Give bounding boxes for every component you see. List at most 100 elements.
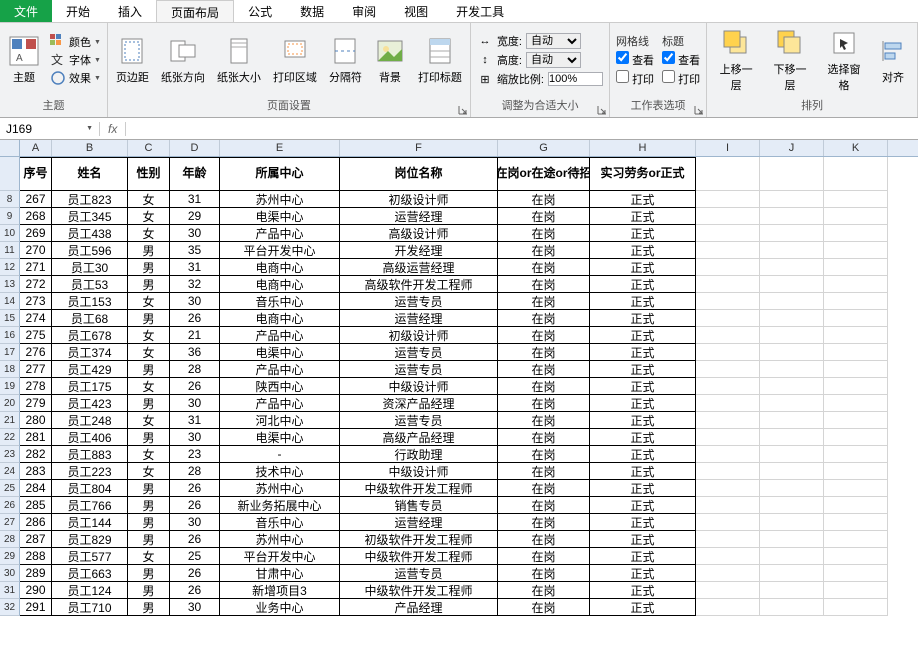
cell[interactable]: 产品中心 [220,225,340,242]
cell[interactable] [696,565,760,582]
cell[interactable]: 26 [170,531,220,548]
themes-button[interactable]: A 主题 [6,33,42,87]
cell[interactable]: 男 [128,582,170,599]
cell[interactable]: 281 [20,429,52,446]
cell[interactable]: 运营经理 [340,208,498,225]
cell[interactable]: 员工596 [52,242,128,259]
cell[interactable]: 279 [20,395,52,412]
row-header[interactable]: 28 [0,531,20,548]
cell[interactable]: 29 [170,208,220,225]
theme-effects[interactable]: 效果▼ [50,70,101,86]
cell[interactable]: 女 [128,378,170,395]
cell[interactable]: 中级设计师 [340,463,498,480]
cell[interactable] [696,344,760,361]
cell[interactable]: 甘肃中心 [220,565,340,582]
cell[interactable]: 31 [170,259,220,276]
cell[interactable]: 员工766 [52,497,128,514]
cell[interactable] [760,208,824,225]
cell[interactable] [824,565,888,582]
cell[interactable]: 285 [20,497,52,514]
cell[interactable]: 在岗 [498,599,590,616]
cell[interactable] [696,242,760,259]
cell[interactable]: 员工345 [52,208,128,225]
cell[interactable]: 平台开发中心 [220,548,340,565]
row-header[interactable]: 13 [0,276,20,293]
cell[interactable]: 273 [20,293,52,310]
breaks-button[interactable]: 分隔符 [327,33,364,87]
cell[interactable]: 技术中心 [220,463,340,480]
column-header-J[interactable]: J [760,140,824,156]
column-header-A[interactable]: A [20,140,52,156]
cell[interactable]: 274 [20,310,52,327]
cell[interactable]: 员工710 [52,599,128,616]
cell[interactable]: 员工144 [52,514,128,531]
table-header-cell[interactable]: 实习劳务or正式 [590,157,696,191]
cell[interactable]: 男 [128,310,170,327]
column-header-H[interactable]: H [590,140,696,156]
row-header[interactable]: 11 [0,242,20,259]
table-header-cell[interactable]: 年龄 [170,157,220,191]
cell[interactable] [824,599,888,616]
row-header[interactable]: 14 [0,293,20,310]
cell[interactable]: 运营专员 [340,565,498,582]
cell[interactable]: 产品中心 [220,361,340,378]
table-header-cell[interactable]: 姓名 [52,157,128,191]
row-header[interactable]: 21 [0,412,20,429]
cell[interactable]: 286 [20,514,52,531]
cell[interactable] [696,208,760,225]
row-header[interactable] [0,157,20,191]
cell[interactable]: 272 [20,276,52,293]
row-header[interactable]: 20 [0,395,20,412]
cell[interactable]: 高级运营经理 [340,259,498,276]
cell[interactable] [760,191,824,208]
cell[interactable]: 正式 [590,208,696,225]
column-header-K[interactable]: K [824,140,888,156]
cell[interactable]: 26 [170,378,220,395]
cell[interactable]: 员工406 [52,429,128,446]
cell[interactable]: 25 [170,548,220,565]
margins-button[interactable]: 页边距 [114,33,151,87]
row-header[interactable]: 19 [0,378,20,395]
cell[interactable] [760,378,824,395]
column-header-I[interactable]: I [696,140,760,156]
cell[interactable]: 正式 [590,276,696,293]
cell[interactable] [760,531,824,548]
cell[interactable] [824,446,888,463]
cell[interactable]: 运营专员 [340,344,498,361]
row-header[interactable]: 9 [0,208,20,225]
cell[interactable]: 在岗 [498,191,590,208]
cell[interactable]: 电商中心 [220,259,340,276]
cell[interactable]: 高级设计师 [340,225,498,242]
row-header[interactable]: 23 [0,446,20,463]
cell[interactable] [696,548,760,565]
cell[interactable]: 在岗 [498,531,590,548]
cell[interactable]: 产品中心 [220,395,340,412]
cell[interactable]: 在岗 [498,327,590,344]
cell[interactable]: 电渠中心 [220,429,340,446]
cell[interactable]: 女 [128,548,170,565]
cell[interactable] [760,344,824,361]
cell[interactable]: 男 [128,259,170,276]
cell[interactable]: 正式 [590,548,696,565]
cell[interactable]: 电渠中心 [220,208,340,225]
cell[interactable]: 员工804 [52,480,128,497]
cell[interactable]: 男 [128,242,170,259]
cell[interactable]: 员工30 [52,259,128,276]
cell[interactable]: 284 [20,480,52,497]
cell[interactable] [760,276,824,293]
cell[interactable] [760,327,824,344]
tab-data[interactable]: 数据 [286,0,338,22]
cell[interactable]: 女 [128,446,170,463]
cell[interactable]: 在岗 [498,429,590,446]
column-header-B[interactable]: B [52,140,128,156]
cell[interactable]: 男 [128,276,170,293]
cell[interactable]: 26 [170,480,220,497]
cell[interactable]: 在岗 [498,446,590,463]
cell[interactable] [824,463,888,480]
cell[interactable]: 员工124 [52,582,128,599]
cell[interactable]: 36 [170,344,220,361]
cell[interactable]: 初级软件开发工程师 [340,531,498,548]
cell[interactable]: 行政助理 [340,446,498,463]
cell[interactable]: 26 [170,582,220,599]
print-area-button[interactable]: 打印区域 [271,33,319,87]
